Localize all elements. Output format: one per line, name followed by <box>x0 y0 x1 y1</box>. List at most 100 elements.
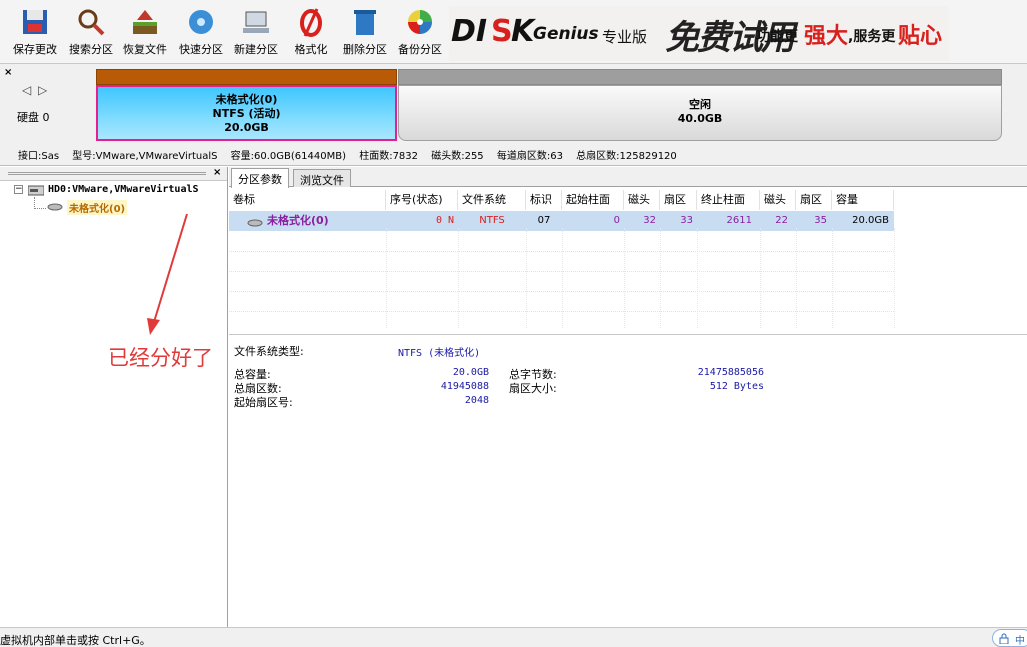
banner-slogan-a: 功能更 <box>756 29 798 45</box>
col-header-start-cyl[interactable]: 起始柱面 <box>562 190 624 210</box>
tab-browse-files[interactable]: 浏览文件 <box>293 169 351 187</box>
delete-partition-label: 删除分区 <box>343 43 387 56</box>
disk-total-sectors: 总扇区数:125829120 <box>576 151 677 162</box>
col-header-head[interactable]: 磁头 <box>624 190 660 210</box>
grid-col <box>894 228 895 328</box>
total-sectors-value: 41945088 <box>440 381 489 392</box>
quick-partition-label: 快速分区 <box>179 43 223 56</box>
banner-brand-c: Genius <box>533 24 599 44</box>
tree-grip[interactable] <box>8 172 206 175</box>
col-header-filesystem[interactable]: 文件系统 <box>458 190 526 210</box>
format-button[interactable]: 格式化 <box>283 6 339 62</box>
col-header-id[interactable]: 标识 <box>526 190 562 210</box>
col-header-capacity[interactable]: 容量 <box>832 190 894 210</box>
search-partition-button[interactable]: 搜索分区 <box>63 6 119 62</box>
banner-brand-b: K <box>511 14 535 49</box>
tab-bar: 分区参数 浏览文件 <box>229 167 1027 188</box>
next-disk-icon[interactable]: ▷ <box>38 83 47 97</box>
total-bytes-value: 21475885056 <box>697 367 764 378</box>
backup-partition-label: 备份分区 <box>398 43 442 56</box>
partition-table: 卷标 序号(状态) 文件系统 标识 起始柱面 磁头 扇区 终止柱面 磁头 扇区 … <box>229 188 1027 335</box>
row-end-cyl: 2611 <box>726 215 752 226</box>
tree-partition-node[interactable]: 未格式化(0) <box>67 200 128 215</box>
partition-size: 20.0GB <box>224 121 269 134</box>
free-size: 40.0GB <box>677 112 723 125</box>
col-header-end-head[interactable]: 磁头 <box>760 190 796 210</box>
row-sector: 33 <box>680 215 693 226</box>
save-icon <box>23 10 47 34</box>
grid-col <box>697 228 698 328</box>
sector-size-label: 扇区大小: <box>509 382 557 395</box>
lock-icon <box>999 633 1009 644</box>
col-header-index[interactable]: 序号(状态) <box>386 190 458 210</box>
prev-disk-icon[interactable]: ◁ <box>22 83 31 97</box>
total-capacity-value: 20.0GB <box>452 367 489 378</box>
backup-partition-button[interactable]: 备份分区 <box>392 6 448 62</box>
delete-partition-button[interactable]: 删除分区 <box>337 6 393 62</box>
grid-col <box>526 228 527 328</box>
disk-interface: 接口:Sas <box>18 151 60 162</box>
delete-icon <box>354 10 376 35</box>
grid-col <box>760 228 761 328</box>
start-sector-value: 2048 <box>464 395 489 406</box>
row-end-head: 22 <box>775 215 788 226</box>
grid-col <box>624 228 625 328</box>
diskgenius-banner: DI S K Genius 专业版 免费试用 功能更 强大 ,服务更 贴心 <box>449 6 949 61</box>
save-label: 保存更改 <box>13 43 57 56</box>
sector-size-value: 512 Bytes <box>709 381 764 392</box>
tree-connector <box>34 197 46 209</box>
grid-col <box>458 228 459 328</box>
col-header-end-cyl[interactable]: 终止柱面 <box>697 190 760 210</box>
disk-tree-panel: × − HD0:VMware,VMwareVirtualS 未格式化(0) <box>0 167 228 627</box>
grid-col <box>832 228 833 328</box>
new-partition-button[interactable]: 新建分区 <box>228 6 284 62</box>
partition-block-active[interactable]: 未格式化(0) NTFS (活动) 20.0GB <box>96 69 397 141</box>
quick-partition-button[interactable]: 快速分区 <box>173 6 229 62</box>
banner-brand-a: DI <box>451 14 488 49</box>
partition-icon <box>47 203 63 211</box>
status-bar: 虚拟机内部单击或按 Ctrl+G。 中 <box>0 627 1027 647</box>
ime-label: 中 <box>1015 636 1025 647</box>
tree-header: × <box>0 167 227 181</box>
banner-slogan-c: ,服务更 <box>848 29 896 45</box>
row-label[interactable]: 未格式化(0) <box>267 211 385 231</box>
disk-panel-close-icon[interactable]: × <box>4 67 12 78</box>
row-end-sector: 35 <box>814 215 827 226</box>
new-partition-label: 新建分区 <box>234 43 278 56</box>
recover-files-button[interactable]: 恢复文件 <box>117 6 173 62</box>
free-label: 空闲 <box>689 98 711 111</box>
partition-name: 未格式化(0) <box>215 93 278 106</box>
banner-slogan-d: 贴心 <box>898 24 943 49</box>
annotation-text: 已经分好了 <box>108 346 213 370</box>
row-index: 0 N <box>435 215 454 226</box>
hard-disk-icon <box>28 185 44 196</box>
tree-disk-node[interactable]: HD0:VMware,VMwareVirtualS <box>48 184 199 195</box>
search-partition-label: 搜索分区 <box>69 43 113 56</box>
disk-heads: 磁头数:255 <box>431 151 484 162</box>
quick-partition-icon <box>189 10 213 34</box>
tab-partition-params[interactable]: 分区参数 <box>231 168 289 188</box>
col-header-sector[interactable]: 扇区 <box>660 190 697 210</box>
status-text: 虚拟机内部单击或按 Ctrl+G。 <box>0 634 151 647</box>
free-bar <box>398 69 1002 85</box>
grid-col <box>796 228 797 328</box>
grid-col <box>562 228 563 328</box>
new-partition-icon <box>243 11 269 33</box>
search-icon <box>78 9 105 36</box>
row-start-cyl: 0 <box>613 215 620 226</box>
banner-brand-s: S <box>491 14 513 49</box>
row-head: 32 <box>643 215 656 226</box>
disk-capacity: 容量:60.0GB(61440MB) <box>230 151 347 162</box>
format-label: 格式化 <box>294 43 328 56</box>
ime-indicator[interactable]: 中 <box>992 629 1027 647</box>
grid-col <box>660 228 661 328</box>
col-header-label[interactable]: 卷标 <box>229 190 386 210</box>
disk-model: 型号:VMware,VMwareVirtualS <box>72 151 218 162</box>
partition-block-free[interactable]: 空闲 40.0GB <box>398 69 1002 141</box>
start-sector-label: 起始扇区号: <box>234 396 293 409</box>
tree-close-icon[interactable]: × <box>213 167 221 178</box>
row-filesystem: NTFS <box>479 215 505 226</box>
save-button[interactable]: 保存更改 <box>7 6 63 62</box>
col-header-end-sector[interactable]: 扇区 <box>796 190 832 210</box>
tree-collapse-icon[interactable]: − <box>14 185 23 194</box>
